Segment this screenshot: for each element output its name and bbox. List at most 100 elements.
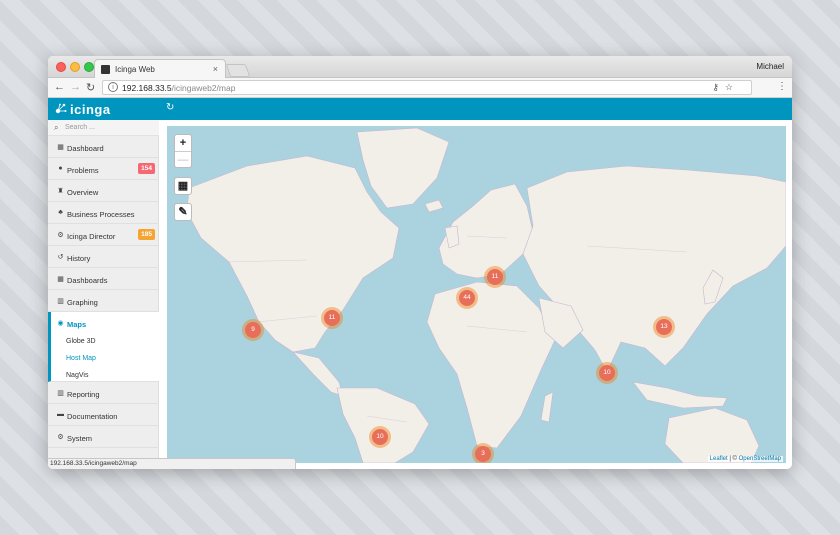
app-header: icinga ↻ [48, 98, 792, 120]
grid-icon: ▦ [177, 180, 189, 192]
sidebar-item-graphing[interactable]: ▥ Graphing [48, 290, 159, 312]
sidebar-item-dashboards[interactable]: ▦ Dashboards [48, 268, 159, 290]
logo-text: icinga [70, 102, 111, 117]
pin-control: ✎ [174, 203, 192, 221]
cogs-icon: ⚙ [57, 434, 64, 441]
host-cluster-marker[interactable]: 9 [242, 319, 264, 341]
sidebar-item-label: Problems [67, 165, 99, 175]
map-attribution: Leaflet | © OpenStreetMap [707, 456, 783, 462]
info-icon[interactable]: i [108, 82, 118, 92]
problems-badge: 154 [138, 163, 155, 174]
sidebar-item-label: Documentation [67, 411, 118, 421]
search-placeholder: Search ... [65, 124, 95, 131]
cluster-count: 13 [656, 319, 672, 335]
history-icon: ↺ [57, 254, 64, 261]
sidebar-item-problems[interactable]: ● Problems 154 [48, 158, 159, 180]
pin-button[interactable]: ✎ [175, 204, 191, 220]
host-cluster-marker[interactable]: 11 [484, 266, 506, 288]
cluster-count: 44 [459, 290, 475, 306]
sidebar-item-label: Dashboards [67, 275, 108, 285]
grid-icon: ▦ [57, 276, 64, 283]
reload-icon[interactable]: ↻ [86, 81, 95, 94]
forward-arrow-icon[interactable]: → [70, 81, 81, 93]
address-bar-actions: ⚷☆ [712, 82, 739, 93]
address-bar[interactable]: i 192.168.33.5/icingaweb2/map ⚷☆ [102, 80, 752, 95]
sitemap-icon: ♣ [58, 209, 63, 216]
maximize-window-button[interactable] [84, 62, 94, 72]
cluster-count: 10 [372, 429, 388, 445]
alert-icon: ● [58, 165, 63, 172]
tab-title: Icinga Web [115, 65, 155, 74]
search-icon: ⌕ [54, 123, 59, 132]
sidebar-item-system[interactable]: ⚙ System [48, 426, 159, 448]
host-cluster-marker[interactable]: 44 [456, 287, 478, 309]
sidebar: ⌕ Search ... ▦ Dashboard ● Problems 154 … [48, 120, 159, 469]
pin-icon: ✎ [178, 206, 188, 218]
sidebar-item-maps[interactable]: ◉ Maps Globe 3D Host Map NagVis [48, 312, 159, 382]
browser-status-bar: 192.168.33.5/icingaweb2/map [48, 458, 296, 469]
sidebar-item-label: Reporting [67, 389, 100, 399]
host-cluster-marker[interactable]: 13 [653, 316, 675, 338]
director-badge: 185 [138, 229, 155, 240]
chart-icon: ▥ [57, 298, 64, 305]
cluster-count: 9 [245, 322, 261, 338]
cogs-icon: ⚙ [57, 232, 64, 239]
sidebar-subitem-host-map[interactable]: Host Map [66, 355, 96, 362]
minimize-window-button[interactable] [70, 62, 80, 72]
cluster-count: 10 [599, 365, 615, 381]
host-map[interactable]: + — ▦ ✎ 9 11 44 11 13 10 10 3 Leaflet | … [167, 126, 786, 463]
favicon-icon [101, 65, 110, 74]
sidebar-item-label: Icinga Director [67, 231, 116, 241]
sidebar-subitem-globe-3d[interactable]: Globe 3D [66, 338, 96, 345]
sidebar-item-label: Maps [67, 319, 87, 329]
host-cluster-marker[interactable]: 10 [369, 426, 391, 448]
sidebar-item-label: Graphing [67, 297, 98, 307]
cluster-count: 11 [487, 269, 503, 285]
sidebar-item-history[interactable]: ↺ History [48, 246, 159, 268]
tab-close-icon[interactable]: × [213, 64, 218, 74]
grid-layer-button[interactable]: ▦ [175, 178, 191, 194]
sidebar-item-label: System [67, 433, 93, 443]
openstreetmap-link[interactable]: OpenStreetMap [739, 456, 781, 462]
host-cluster-marker[interactable]: 3 [472, 443, 494, 463]
zoom-in-button[interactable]: + [175, 135, 191, 151]
sidebar-item-icinga-director[interactable]: ⚙ Icinga Director 185 [48, 224, 159, 246]
url-path: /icingaweb2/map [171, 83, 236, 93]
host-cluster-marker[interactable]: 11 [321, 307, 343, 329]
sidebar-subitem-nagvis[interactable]: NagVis [66, 372, 88, 379]
leaflet-link[interactable]: Leaflet [710, 456, 728, 462]
zoom-out-button[interactable]: — [175, 151, 191, 167]
key-icon[interactable]: ⚷ [712, 82, 725, 92]
refresh-icon[interactable]: ↻ [166, 102, 174, 113]
search-input[interactable]: ⌕ Search ... [48, 120, 159, 136]
host-cluster-marker[interactable]: 10 [596, 362, 618, 384]
sidebar-item-reporting[interactable]: ▥ Reporting [48, 382, 159, 404]
sidebar-item-dashboard[interactable]: ▦ Dashboard [48, 136, 159, 158]
globe-icon: ◉ [57, 320, 64, 327]
binoculars-icon: ♜ [57, 188, 64, 195]
sidebar-item-overview[interactable]: ♜ Overview [48, 180, 159, 202]
sidebar-item-label: History [67, 253, 91, 263]
layer-control: ▦ [174, 177, 192, 195]
url-host: 192.168.33.5 [122, 83, 172, 93]
close-window-button[interactable] [56, 62, 66, 72]
profile-name[interactable]: Michael [756, 62, 784, 71]
sidebar-item-label: Overview [67, 187, 99, 197]
sidebar-item-business-processes[interactable]: ♣ Business Processes [48, 202, 159, 224]
zoom-control: + — [174, 134, 192, 168]
sidebar-item-label: Business Processes [67, 209, 135, 219]
cluster-count: 11 [324, 310, 340, 326]
attribution-separator: | © [727, 456, 739, 462]
back-arrow-icon[interactable]: ← [54, 81, 65, 93]
star-icon[interactable]: ☆ [725, 82, 739, 92]
sidebar-item-documentation[interactable]: ▬ Documentation [48, 404, 159, 426]
browser-tab[interactable]: Icinga Web × [94, 59, 226, 79]
book-icon: ▬ [57, 411, 64, 418]
address-url: 192.168.33.5/icingaweb2/map [122, 83, 235, 93]
cluster-count: 3 [475, 446, 491, 462]
new-tab-button[interactable] [225, 64, 251, 77]
chart-icon: ▥ [57, 390, 64, 397]
grid-icon: ▦ [57, 144, 64, 151]
menu-dots-icon[interactable]: ⋮ [777, 81, 787, 92]
browser-titlebar: Icinga Web × Michael [48, 56, 792, 79]
